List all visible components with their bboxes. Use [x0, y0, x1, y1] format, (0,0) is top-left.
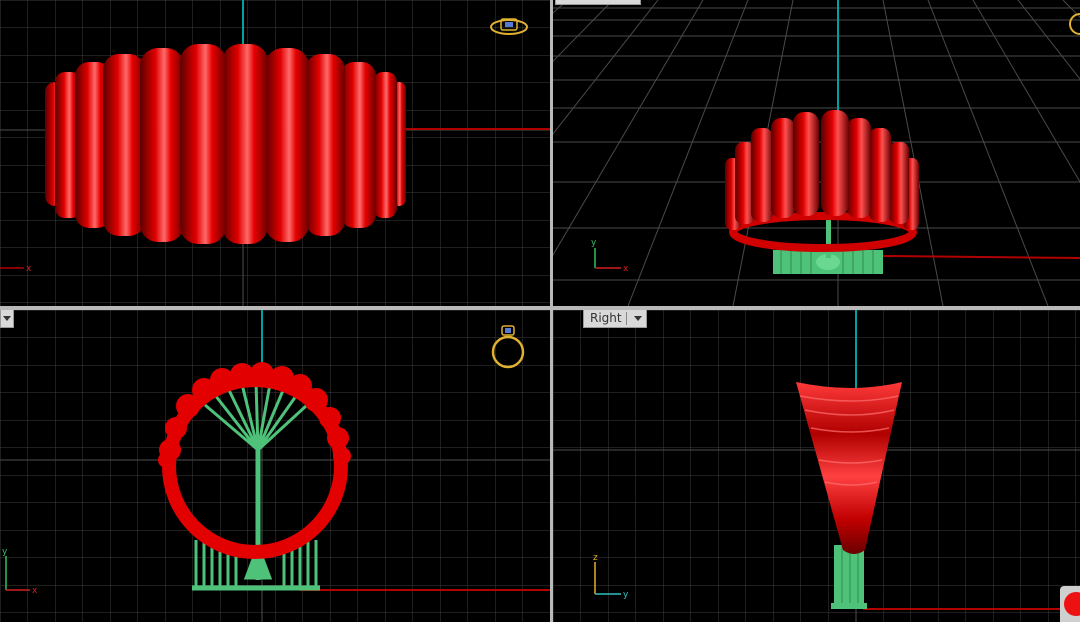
chevron-down-icon — [633, 316, 642, 321]
viewport-divider-horizontal[interactable] — [0, 306, 1080, 310]
viewport-perspective[interactable]: y x — [553, 0, 1080, 306]
right-canvas: z y — [553, 310, 1080, 622]
axis-indicator: y x — [591, 238, 629, 274]
axis-label-y: y — [591, 238, 597, 248]
viewport-top[interactable]: y x — [0, 310, 550, 622]
axis-label-x: x — [32, 586, 38, 596]
front-canvas: x — [0, 0, 550, 306]
record-icon — [1064, 592, 1080, 616]
axis-label-y: y — [623, 590, 629, 600]
axis-label-y: y — [2, 547, 8, 557]
top-canvas: y x — [0, 310, 550, 622]
viewport-divider-vertical[interactable] — [550, 0, 553, 622]
viewport-perspective-menu-button[interactable] — [555, 0, 641, 5]
viewport-top-menu-button[interactable] — [0, 310, 14, 328]
axis-label-x: x — [26, 264, 32, 274]
ring-front-shape — [45, 44, 406, 244]
axis-label-x: x — [623, 264, 629, 274]
record-button[interactable] — [1060, 586, 1080, 622]
viewport-right[interactable]: z y Right — [553, 310, 1080, 622]
axis-label-z: z — [593, 553, 598, 563]
ring-perspective-shape — [725, 110, 919, 252]
viewport-front[interactable]: x — [0, 0, 550, 306]
viewport-right-title: Right — [590, 311, 622, 325]
grid — [0, 310, 550, 622]
support-structure — [831, 545, 867, 609]
viewport-right-menu-button[interactable]: Right — [583, 310, 647, 328]
grid — [553, 310, 1080, 622]
ring-persp-icon[interactable] — [1069, 13, 1080, 35]
x-axis-line — [882, 255, 1080, 259]
perspective-canvas: y x — [553, 0, 1080, 306]
label-separator — [625, 312, 627, 325]
